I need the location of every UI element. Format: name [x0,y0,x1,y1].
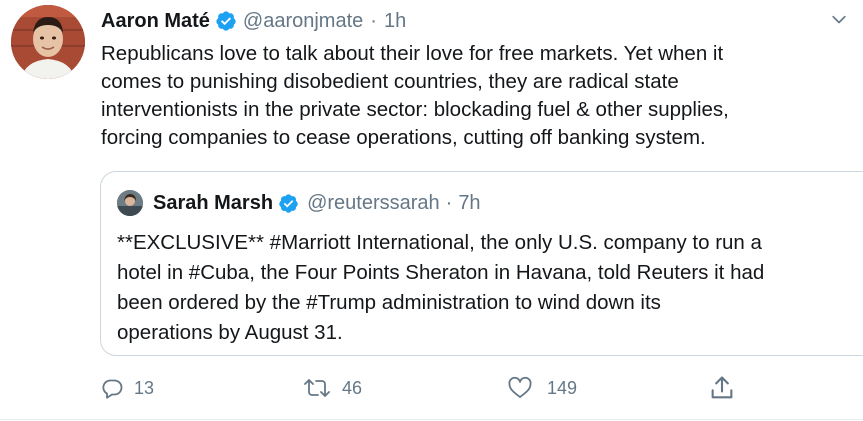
quoted-author-handle[interactable]: @reuterssarah [307,192,440,215]
tweet-timestamp[interactable]: 1h [384,10,406,33]
quoted-tweet-header: Sarah Marsh @reuterssarah · 7h [117,190,481,216]
like-button[interactable]: 149 [507,372,577,404]
share-icon [708,374,736,402]
tweet-header: Aaron Maté @aaronjmate · 1h [101,7,406,35]
reply-count: 13 [134,377,155,398]
retweet-icon [302,376,332,400]
tweet[interactable]: Aaron Maté @aaronjmate · 1h Republicans … [0,0,863,421]
verified-badge-icon [278,193,299,214]
reply-icon [100,376,124,400]
quoted-tweet[interactable]: Sarah Marsh @reuterssarah · 7h **EXCLUSI… [100,171,863,356]
like-count: 149 [547,377,578,398]
verified-badge-icon [215,10,237,32]
tweet-actions: 13 46 149 [100,372,750,404]
quoted-timestamp[interactable]: 7h [458,192,480,215]
quoted-tweet-text: **EXCLUSIVE** #Marriott International, t… [117,231,765,344]
author-name[interactable]: Aaron Maté [101,10,210,33]
retweet-button[interactable]: 46 [302,372,362,404]
separator-dot: · [445,191,453,214]
reply-button[interactable]: 13 [100,372,154,404]
separator-dot: · [370,9,377,32]
quoted-avatar [117,190,143,216]
author-handle[interactable]: @aaronjmate [243,10,363,33]
share-button[interactable] [708,372,736,404]
retweet-count: 46 [342,377,363,398]
chevron-down-icon[interactable] [829,10,849,30]
heart-icon [507,376,533,400]
divider [0,419,863,420]
quoted-author-name[interactable]: Sarah Marsh [153,192,273,215]
tweet-text: Republicans love to talk about their lov… [101,42,729,149]
avatar[interactable] [11,5,85,79]
